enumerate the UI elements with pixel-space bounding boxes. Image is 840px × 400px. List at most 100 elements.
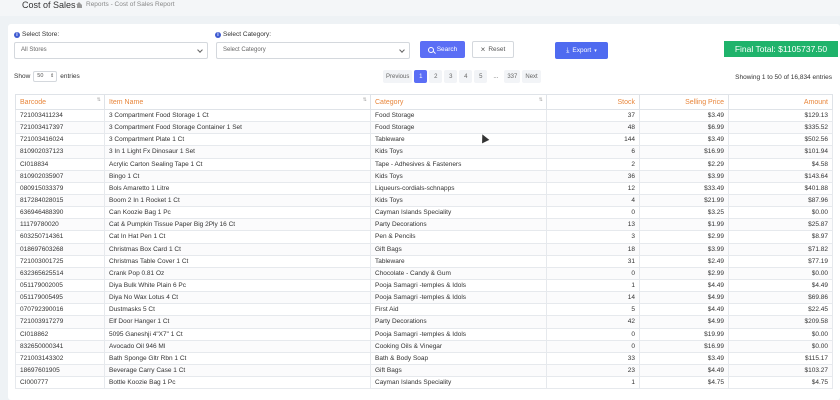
table-cell: Gift Bags bbox=[370, 242, 547, 256]
table-cell: $71.82 bbox=[728, 242, 833, 256]
table-cell: 12 bbox=[546, 181, 640, 195]
table-row[interactable]: 721003417397 3 Compartment Food Storage C… bbox=[15, 121, 833, 135]
table-cell: Diya Bulk White Plain 6 Pc bbox=[104, 278, 371, 293]
table-cell: 5095 Ganeshji 4"X7" 1 Ct bbox=[104, 327, 371, 341]
page-337[interactable]: 337 bbox=[504, 70, 521, 83]
table-cell: Bottle Koozie Bag 1 Pc bbox=[104, 376, 371, 390]
table-row[interactable]: 070792390016 Dustmasks 5 Ct First Aid 5 $4.4… bbox=[15, 303, 833, 317]
page-next[interactable]: Next bbox=[522, 70, 541, 83]
category-select[interactable]: Select Category bbox=[216, 42, 410, 59]
table-cell: $77.19 bbox=[728, 254, 833, 268]
table-cell: $0.00 bbox=[728, 206, 833, 220]
report-card: i Select Store: All Stores i Select Cate… bbox=[8, 24, 840, 400]
page-2[interactable]: 2 bbox=[429, 70, 443, 83]
table-row[interactable]: 721003917279 Elf Door Hanger 1 Ct Party De… bbox=[15, 315, 833, 329]
table-row[interactable]: 080915033379 Bols Amaretto 1 Litre Liqueur… bbox=[15, 181, 833, 195]
column-header-category[interactable]: Category ⇅ bbox=[370, 94, 547, 110]
column-header-amount[interactable]: Amount bbox=[728, 94, 833, 110]
table-cell: First Aid bbox=[370, 303, 547, 317]
table-cell: $335.52 bbox=[728, 121, 833, 135]
page-size-select[interactable]: 50 bbox=[33, 71, 58, 82]
table-cell: 721003411234 bbox=[15, 108, 105, 123]
table-row[interactable]: 721003001725 Christmas Table Cover 1 Ct Ta… bbox=[15, 254, 833, 268]
table-cell: 2 bbox=[546, 157, 640, 171]
table-row[interactable]: CI018862 5095 Ganeshji 4"X7" 1 Ct Pooja Sa… bbox=[15, 327, 833, 341]
table-cell: 3 In 1 Light Fx Dinosaur 1 Set bbox=[104, 145, 371, 159]
table-row[interactable]: CI000777 Bottle Koozie Bag 1 Pc Cayman Isl… bbox=[15, 376, 833, 390]
table-cell: Bols Amaretto 1 Litre bbox=[104, 181, 371, 195]
table-cell: Kids Toys bbox=[370, 193, 547, 208]
table-row[interactable]: 721003411234 3 Compartment Food Storage 1… bbox=[15, 108, 833, 123]
page-3[interactable]: 3 bbox=[444, 70, 458, 83]
store-select[interactable]: All Stores bbox=[14, 42, 208, 59]
table-row[interactable]: 817284028015 Boom 2 In 1 Rocket 1 Ct Kids … bbox=[15, 193, 833, 208]
column-header-stock[interactable]: Stock bbox=[546, 94, 640, 110]
table-cell: 721003416024 bbox=[15, 133, 105, 147]
table-row[interactable]: 810902035907 Bingo 1 Ct Kids Toys 36 $3.99 $1… bbox=[15, 169, 833, 183]
page-1[interactable]: 1 bbox=[414, 70, 428, 83]
search-button[interactable]: Search bbox=[420, 41, 465, 58]
table-row[interactable]: 636946488390 Can Koozie Bag 1 Pc Cayman Is… bbox=[15, 206, 833, 220]
table-cell: $4.75 bbox=[728, 376, 833, 390]
table-cell: 632365625514 bbox=[15, 266, 105, 280]
table-cell: Christmas Box Card 1 Ct bbox=[104, 242, 371, 256]
reset-button[interactable]: × Reset bbox=[472, 41, 514, 58]
table-cell: $25.87 bbox=[728, 218, 833, 232]
table-cell: 0 bbox=[546, 327, 640, 341]
table-row[interactable]: 832650000341 Avocado Oil 946 Ml Cooking Oi… bbox=[15, 339, 833, 353]
table-cell: $209.58 bbox=[728, 315, 833, 329]
table-cell: 018697603268 bbox=[15, 242, 105, 256]
top-bar: Cost of Sales Reports - Cost of Sales Re… bbox=[0, 0, 840, 16]
table-cell: Food Storage bbox=[370, 108, 547, 123]
table-row[interactable]: 721003143302 Bath Sponge Gltr Rbn 1 Ct Bat… bbox=[15, 351, 833, 365]
table-row[interactable]: 603250714361 Cat In Hat Pen 1 Ct Pen & Pen… bbox=[15, 230, 833, 244]
table-cell: 810902035907 bbox=[15, 169, 105, 183]
table-row[interactable]: 18697601905 Beverage Carry Case 1 Ct Gift … bbox=[15, 363, 833, 378]
table-cell: Party Decorations bbox=[370, 315, 547, 329]
home-icon[interactable] bbox=[76, 1, 83, 8]
table-cell: 0 bbox=[546, 339, 640, 353]
table-row[interactable]: 11179780020 Cat & Pumpkin Tissue Paper Bi… bbox=[15, 218, 833, 232]
info-icon: i bbox=[14, 31, 20, 38]
page-previous[interactable]: Previous bbox=[383, 70, 413, 83]
page-5[interactable]: 5 bbox=[474, 70, 488, 83]
table-row[interactable]: 632365625514 Crank Pop 0.81 Oz Chocolate -… bbox=[15, 266, 833, 280]
store-filter-label: i Select Store: bbox=[14, 31, 59, 38]
table-cell: 37 bbox=[546, 108, 640, 123]
table-cell: 721003001725 bbox=[15, 254, 105, 268]
export-button[interactable]: ⤓ Export ▾ bbox=[555, 42, 608, 59]
column-header-item-name[interactable]: Item Name ⇅ bbox=[104, 94, 371, 110]
info-icon: i bbox=[215, 31, 221, 38]
column-header-barcode[interactable]: Barcode ⇅ bbox=[15, 94, 105, 110]
table-row[interactable]: 721003416024 3 Compartment Plate 1 Ct Tabl… bbox=[15, 133, 833, 147]
table-row[interactable]: 810902037123 3 In 1 Light Fx Dinosaur 1 S… bbox=[15, 145, 833, 159]
table-cell: 48 bbox=[546, 121, 640, 135]
table-cell: $69.86 bbox=[728, 291, 833, 305]
sort-icon: ⇅ bbox=[96, 97, 101, 103]
table-cell: Bath Sponge Gltr Rbn 1 Ct bbox=[104, 351, 371, 365]
page-4[interactable]: 4 bbox=[459, 70, 473, 83]
table-cell: $6.99 bbox=[639, 121, 729, 135]
sort-icon: ⇅ bbox=[538, 97, 543, 103]
table-row[interactable]: 051179002005 Diya Bulk White Plain 6 Pc Po… bbox=[15, 278, 833, 293]
table-cell: $22.45 bbox=[728, 303, 833, 317]
table-row[interactable]: 051179005495 Diya No Wax Lotus 4 Ct Pooja … bbox=[15, 291, 833, 305]
table-cell: $4.49 bbox=[728, 278, 833, 293]
table-cell: $19.99 bbox=[639, 327, 729, 341]
table-cell: 5 bbox=[546, 303, 640, 317]
table-cell: 051179005495 bbox=[15, 291, 105, 305]
table-cell: $0.00 bbox=[728, 327, 833, 341]
column-header-selling-price[interactable]: Selling Price bbox=[639, 94, 729, 110]
table-cell: 721003143302 bbox=[15, 351, 105, 365]
table-cell: Tableware bbox=[370, 254, 547, 268]
table-cell: Cat In Hat Pen 1 Ct bbox=[104, 230, 371, 244]
table-cell: 6 bbox=[546, 145, 640, 159]
table-cell: $4.49 bbox=[639, 303, 729, 317]
table-cell: CI018862 bbox=[15, 327, 105, 341]
table-row[interactable]: 018697603268 Christmas Box Card 1 Ct Gift … bbox=[15, 242, 833, 256]
breadcrumb-text[interactable]: Reports - Cost of Sales Report bbox=[86, 1, 175, 8]
table-cell: $4.99 bbox=[639, 291, 729, 305]
table-cell: Can Koozie Bag 1 Pc bbox=[104, 206, 371, 220]
showing-entries-text: Showing 1 to 50 of 16,834 entries bbox=[735, 74, 832, 81]
table-row[interactable]: CI018834 Acrylic Carton Sealing Tape 1 Ct… bbox=[15, 157, 833, 171]
